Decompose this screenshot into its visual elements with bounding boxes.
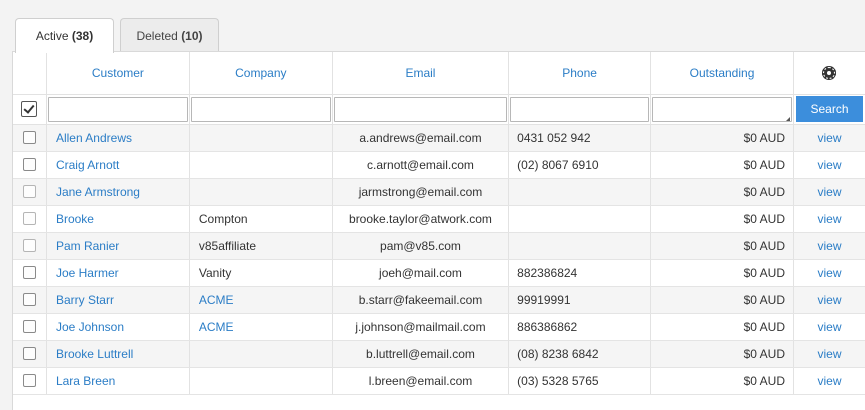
- customer-link[interactable]: Joe Harmer: [56, 266, 119, 280]
- email-cell: b.starr@fakeemail.com: [332, 286, 510, 314]
- company-cell: Compton: [198, 211, 248, 226]
- phone-cell: (03) 5328 5765: [508, 367, 652, 395]
- tab-deleted-label: Deleted: [136, 29, 178, 43]
- search-button[interactable]: Search: [795, 96, 863, 122]
- view-link[interactable]: view: [817, 239, 841, 253]
- email-cell: brooke.taylor@atwork.com: [332, 205, 510, 233]
- column-header-phone[interactable]: Phone: [508, 52, 652, 95]
- customers-table: Customer Company Email Phone Outstanding…: [13, 52, 865, 395]
- customer-link[interactable]: Brooke Luttrell: [56, 347, 133, 361]
- tab-active[interactable]: Active (38): [15, 18, 114, 53]
- email-cell: jarmstrong@email.com: [332, 178, 510, 206]
- phone-cell: 886386862: [508, 313, 652, 341]
- email-cell: joeh@mail.com: [332, 259, 510, 287]
- customer-link[interactable]: Jane Armstrong: [56, 185, 140, 199]
- company-cell: v85affiliate: [198, 238, 257, 253]
- outstanding-cell: $0 AUD: [650, 340, 794, 368]
- customer-link[interactable]: Pam Ranier: [56, 239, 119, 253]
- tab-active-label: Active: [35, 29, 69, 43]
- filter-outstanding-input[interactable]: [652, 96, 792, 122]
- table-row: Craig Arnott c.arnott@email.com (02) 8067 …: [13, 151, 865, 179]
- tab-deleted[interactable]: Deleted (10): [120, 18, 219, 52]
- table-row: Joe Johnson ACME j.johnson@mailmail.com 886…: [13, 313, 865, 341]
- view-link[interactable]: view: [817, 158, 841, 172]
- phone-cell: 99919991: [508, 286, 652, 314]
- row-checkbox[interactable]: [22, 185, 36, 198]
- view-link[interactable]: view: [817, 293, 841, 307]
- outstanding-cell: $0 AUD: [650, 151, 794, 179]
- customer-link[interactable]: Joe Johnson: [56, 320, 124, 334]
- filter-customer-input[interactable]: [47, 96, 188, 122]
- outstanding-cell: $0 AUD: [650, 232, 794, 260]
- row-checkbox[interactable]: [22, 266, 36, 279]
- outstanding-cell: $0 AUD: [650, 178, 794, 206]
- filter-email-input[interactable]: [333, 96, 508, 122]
- phone-cell: [508, 232, 652, 260]
- row-checkbox[interactable]: [22, 212, 36, 225]
- table-row: Brooke Luttrell b.luttrell@email.com (08) …: [13, 340, 865, 368]
- filter-phone-input[interactable]: [510, 96, 650, 122]
- settings-column-header: [793, 52, 865, 95]
- table-row: Pam Ranier v85affiliate pam@v85.com $0 AUD v…: [13, 232, 865, 260]
- column-header-email[interactable]: Email: [332, 52, 510, 95]
- outstanding-cell: $0 AUD: [650, 124, 794, 152]
- tab-deleted-count: (10): [181, 29, 203, 43]
- select-all-checkbox[interactable]: [21, 101, 38, 117]
- phone-cell: 0431 052 942: [508, 124, 652, 152]
- table-row: Brooke Compton brooke.taylor@atwork.com $0 …: [13, 205, 865, 233]
- customer-link[interactable]: Brooke: [56, 212, 94, 226]
- row-checkbox[interactable]: [22, 347, 36, 360]
- view-link[interactable]: view: [817, 266, 841, 280]
- company-cell[interactable]: ACME: [199, 320, 234, 334]
- view-link[interactable]: view: [817, 374, 841, 388]
- row-checkbox[interactable]: [22, 293, 36, 306]
- customer-link[interactable]: Lara Breen: [56, 374, 115, 388]
- table-row: Jane Armstrong jarmstrong@email.com $0 AUD…: [13, 178, 865, 206]
- table-row: Lara Breen l.breen@email.com (03) 5328 576…: [13, 367, 865, 395]
- phone-cell: (08) 8238 6842: [508, 340, 652, 368]
- table-row: Joe Harmer Vanity joeh@mail.com 882386824 $0…: [13, 259, 865, 287]
- column-header-customer[interactable]: Customer: [46, 52, 190, 95]
- gear-icon[interactable]: [822, 65, 837, 80]
- table-row: Allen Andrews a.andrews@email.com 0431 052…: [13, 124, 865, 152]
- row-checkbox[interactable]: [22, 374, 36, 387]
- outstanding-cell: $0 AUD: [650, 286, 794, 314]
- company-cell[interactable]: ACME: [199, 293, 234, 307]
- column-header-company[interactable]: Company: [189, 52, 333, 95]
- email-cell: j.johnson@mailmail.com: [332, 313, 510, 341]
- email-cell: b.luttrell@email.com: [332, 340, 510, 368]
- email-cell: c.arnott@email.com: [332, 151, 510, 179]
- phone-cell: [508, 178, 652, 206]
- filter-row: Search: [13, 94, 865, 125]
- row-checkbox[interactable]: [22, 158, 36, 171]
- outstanding-cell: $0 AUD: [650, 259, 794, 287]
- customers-panel: Customer Company Email Phone Outstanding…: [12, 51, 865, 410]
- company-cell: Vanity: [198, 265, 232, 280]
- email-cell: pam@v85.com: [332, 232, 510, 260]
- email-cell: l.breen@email.com: [332, 367, 510, 395]
- row-checkbox[interactable]: [22, 131, 36, 144]
- phone-cell: (02) 8067 6910: [508, 151, 652, 179]
- select-column-header: [13, 52, 47, 95]
- column-header-outstanding[interactable]: Outstanding: [650, 52, 794, 95]
- row-checkbox[interactable]: [22, 239, 36, 252]
- view-link[interactable]: view: [817, 320, 841, 334]
- view-link[interactable]: view: [817, 185, 841, 199]
- email-cell: a.andrews@email.com: [332, 124, 510, 152]
- phone-cell: [508, 205, 652, 233]
- table-row: Barry Starr ACME b.starr@fakeemail.com 9991…: [13, 286, 865, 314]
- customer-link[interactable]: Allen Andrews: [56, 131, 132, 145]
- row-checkbox[interactable]: [22, 320, 36, 333]
- tab-active-count: (38): [71, 29, 94, 43]
- customer-link[interactable]: Craig Arnott: [56, 158, 119, 172]
- outstanding-cell: $0 AUD: [650, 205, 794, 233]
- customer-link[interactable]: Barry Starr: [56, 293, 114, 307]
- view-link[interactable]: view: [817, 347, 841, 361]
- outstanding-cell: $0 AUD: [650, 367, 794, 395]
- view-link[interactable]: view: [817, 131, 841, 145]
- filter-company-input[interactable]: [190, 96, 331, 122]
- view-link[interactable]: view: [817, 212, 841, 226]
- outstanding-cell: $0 AUD: [650, 313, 794, 341]
- phone-cell: 882386824: [508, 259, 652, 287]
